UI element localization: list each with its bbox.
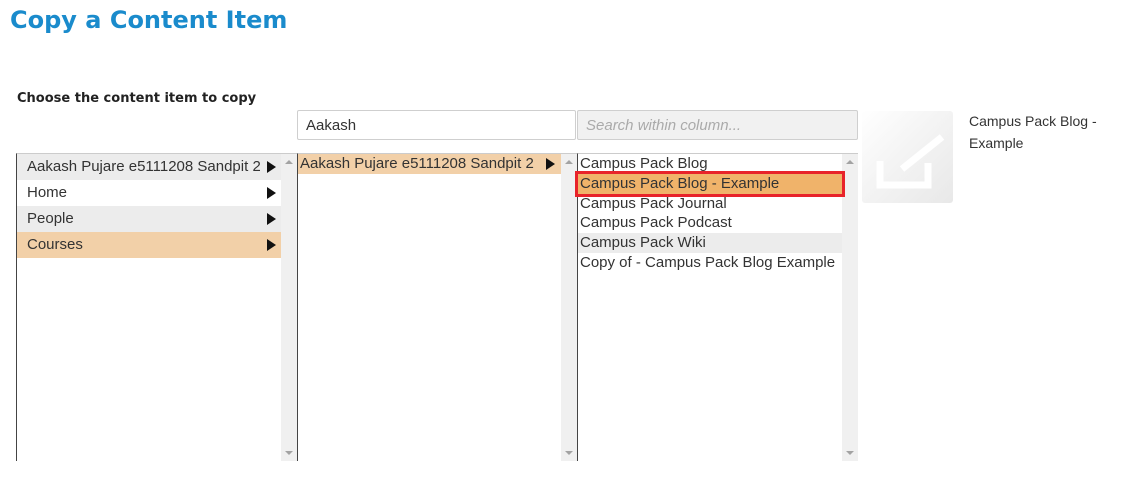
scroll-up-icon[interactable] bbox=[846, 160, 854, 164]
item-label: People bbox=[27, 210, 74, 227]
column-1-scrollbar[interactable] bbox=[281, 154, 297, 461]
expand-arrow-icon bbox=[267, 213, 276, 225]
preview-thumbnail bbox=[862, 111, 953, 203]
search-input[interactable] bbox=[297, 110, 576, 140]
edit-document-icon bbox=[876, 134, 945, 189]
item-label: Courses bbox=[27, 236, 83, 253]
item-label: Aakash Pujare e5111208 Sandpit 2 bbox=[300, 155, 534, 172]
item-label: Campus Pack Blog - Example bbox=[580, 175, 780, 192]
item-label: Copy of - Campus Pack Blog Example bbox=[580, 254, 836, 271]
column-1-item-home[interactable]: Home bbox=[17, 180, 282, 206]
column-2: Aakash Pujare e5111208 Sandpit 2 bbox=[297, 153, 577, 461]
scroll-up-icon[interactable] bbox=[565, 160, 573, 164]
content-item-campus-pack-blog-example[interactable]: Campus Pack Blog - Example bbox=[578, 174, 843, 194]
expand-arrow-icon bbox=[267, 239, 276, 251]
item-label: Campus Pack Journal bbox=[580, 195, 727, 212]
column-2-item-sandpit[interactable]: Aakash Pujare e5111208 Sandpit 2 bbox=[298, 154, 561, 174]
expand-arrow-icon bbox=[546, 158, 555, 170]
column-2-scrollbar[interactable] bbox=[561, 154, 577, 461]
expand-arrow-icon bbox=[267, 187, 276, 199]
item-label: Aakash Pujare e5111208 Sandpit 2 bbox=[27, 158, 260, 175]
column-1-item-courses[interactable]: Courses bbox=[17, 232, 282, 258]
column-search-input[interactable] bbox=[577, 110, 858, 140]
column-1-item-sandpit[interactable]: Aakash Pujare e5111208 Sandpit 2 bbox=[17, 154, 282, 180]
item-label: Home bbox=[27, 184, 68, 201]
content-item-campus-pack-journal[interactable]: Campus Pack Journal bbox=[578, 194, 843, 214]
scroll-down-icon[interactable] bbox=[565, 451, 573, 455]
item-label: Campus Pack Wiki bbox=[580, 234, 706, 251]
column-3: Campus Pack Blog Campus Pack Blog - Exam… bbox=[577, 153, 858, 461]
column-1: Aakash Pujare e5111208 Sandpit 2 Home Pe… bbox=[16, 153, 297, 461]
preview-title: Campus Pack Blog - Example bbox=[969, 113, 1097, 151]
page-title: Copy a Content Item bbox=[10, 6, 288, 34]
scroll-down-icon[interactable] bbox=[846, 451, 854, 455]
expand-arrow-icon bbox=[267, 161, 276, 173]
content-item-campus-pack-blog[interactable]: Campus Pack Blog bbox=[578, 154, 843, 174]
column-3-scrollbar[interactable] bbox=[842, 154, 858, 461]
scroll-down-icon[interactable] bbox=[285, 451, 293, 455]
content-item-copy-of-campus-pack-blog-example[interactable]: Copy of - Campus Pack Blog Example bbox=[578, 253, 843, 273]
content-item-campus-pack-podcast[interactable]: Campus Pack Podcast bbox=[578, 213, 843, 233]
scroll-up-icon[interactable] bbox=[285, 160, 293, 164]
content-item-campus-pack-wiki[interactable]: Campus Pack Wiki bbox=[578, 233, 843, 253]
item-label: Campus Pack Podcast bbox=[580, 214, 732, 231]
column-1-item-people[interactable]: People bbox=[17, 206, 282, 232]
chooser-label: Choose the content item to copy bbox=[17, 91, 257, 106]
item-label: Campus Pack Blog bbox=[580, 155, 708, 172]
